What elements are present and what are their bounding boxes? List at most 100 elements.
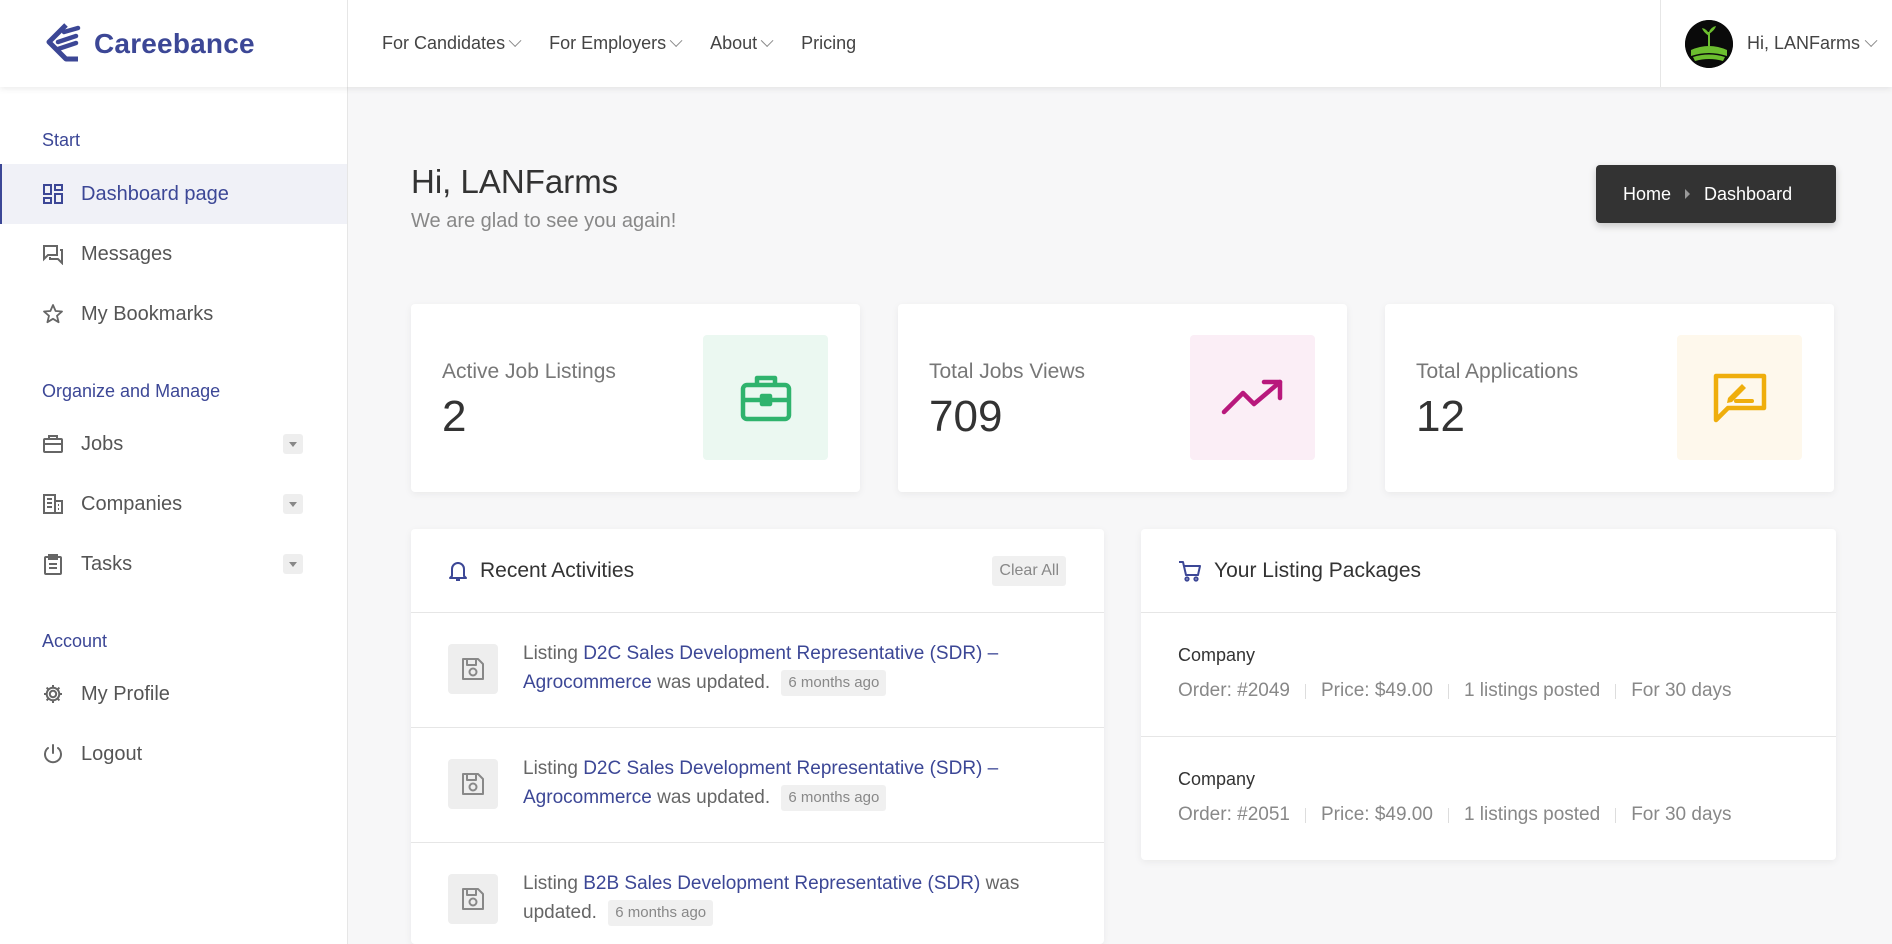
stat-card-total-views: Total Jobs Views 709: [898, 304, 1347, 492]
brand-logo-icon: [46, 22, 81, 61]
main-nav: For Candidates For Employers About Prici…: [348, 0, 1660, 87]
chevron-down-icon: [508, 34, 522, 48]
panel-title: Recent Activities: [480, 558, 635, 582]
sidebar-item-messages[interactable]: Messages: [0, 224, 347, 284]
package-name: Company: [1178, 769, 1256, 789]
nav-label: About: [710, 33, 758, 53]
package-name: Company: [1178, 645, 1256, 665]
sidebar-item-dashboard[interactable]: Dashboard page: [0, 164, 347, 224]
activity-text: Listing B2B Sales Development Representa…: [523, 869, 1043, 927]
activity-link[interactable]: B2B Sales Development Representative (SD…: [583, 873, 980, 894]
activity-suffix: was updated.: [657, 672, 771, 693]
stat-card-active-listings: Active Job Listings 2: [411, 304, 860, 492]
time-badge: 6 months ago: [608, 900, 714, 926]
cart-icon: [1179, 560, 1201, 582]
panel-header: Your Listing Packages: [1141, 529, 1836, 613]
listing-packages-panel: Your Listing Packages Company Order: #20…: [1141, 529, 1836, 860]
sidebar-item-tasks[interactable]: Tasks: [0, 534, 347, 594]
sidebar-item-companies[interactable]: Companies: [0, 474, 347, 534]
divider: [1304, 807, 1306, 823]
activity-prefix: Listing: [523, 643, 578, 664]
nav-for-candidates[interactable]: For Candidates: [382, 33, 522, 54]
gear-icon: [42, 683, 64, 705]
user-greeting: Hi, LANFarms: [1747, 33, 1861, 53]
bell-icon: [449, 561, 467, 581]
save-icon: [448, 874, 498, 924]
package-posted: 1 listings posted: [1463, 680, 1601, 701]
stat-icon-box: [703, 335, 828, 460]
sidebar: Start Dashboard page Messages My Bookmar…: [0, 87, 348, 944]
panel-title: Your Listing Packages: [1214, 558, 1422, 582]
divider: [1615, 683, 1617, 699]
nav-pricing[interactable]: Pricing: [801, 33, 856, 54]
messages-icon: [42, 243, 64, 265]
save-icon: [448, 644, 498, 694]
user-menu[interactable]: Hi, LANFarms: [1660, 0, 1892, 87]
activity-row: Listing D2C Sales Development Representa…: [411, 613, 1104, 728]
stat-label: Total Jobs Views: [929, 360, 1086, 383]
star-icon: [42, 303, 64, 325]
nav-about[interactable]: About: [710, 33, 774, 54]
sidebar-item-label: Messages: [81, 242, 173, 265]
divider: [1615, 807, 1617, 823]
sidebar-item-label: Tasks: [81, 552, 133, 575]
sidebar-item-label: Dashboard page: [81, 182, 229, 205]
package-price: Price: $49.00: [1320, 680, 1433, 701]
sidebar-item-bookmarks[interactable]: My Bookmarks: [0, 284, 347, 344]
dashboard-icon: [42, 183, 64, 205]
save-icon: [448, 759, 498, 809]
power-icon: [42, 743, 64, 765]
activity-prefix: Listing: [523, 758, 578, 779]
top-header: Careebance For Candidates For Employers …: [0, 0, 1892, 87]
expand-toggle[interactable]: [283, 554, 303, 574]
breadcrumb-separator-icon: [1685, 189, 1691, 199]
package-posted: 1 listings posted: [1463, 804, 1601, 825]
activity-text: Listing D2C Sales Development Representa…: [523, 639, 1043, 697]
stat-label: Total Applications: [1416, 360, 1579, 383]
expand-toggle[interactable]: [283, 434, 303, 454]
nav-for-employers[interactable]: For Employers: [549, 33, 683, 54]
clear-all-button[interactable]: Clear All: [992, 556, 1066, 586]
breadcrumb-home[interactable]: Home: [1623, 184, 1671, 205]
sidebar-item-label: Companies: [81, 492, 183, 515]
breadcrumb-current: Dashboard: [1704, 183, 1793, 204]
stat-label: Active Job Listings: [442, 360, 616, 383]
nav-label: For Employers: [549, 33, 667, 53]
stat-icon-box: [1677, 335, 1802, 460]
sidebar-item-jobs[interactable]: Jobs: [0, 414, 347, 474]
sidebar-section-organize: Organize and Manage: [42, 381, 221, 401]
sidebar-section-account: Account: [42, 631, 108, 651]
time-badge: 6 months ago: [781, 785, 887, 811]
package-order: Order: #2051: [1178, 804, 1290, 825]
trending-up-icon: [1221, 379, 1282, 414]
sidebar-section-start: Start: [42, 130, 81, 150]
breadcrumb: Home Dashboard: [1596, 165, 1836, 223]
package-meta: Order: #2051 Price: $49.00 1 listings po…: [1178, 804, 1836, 826]
page-title: Hi, LANFarms: [411, 163, 619, 200]
stat-value: 12: [1416, 392, 1465, 441]
activity-row: Listing B2B Sales Development Representa…: [411, 843, 1104, 944]
page-subtitle: We are glad to see you again!: [411, 210, 677, 232]
sidebar-item-label: Jobs: [81, 432, 124, 455]
sidebar-item-logout[interactable]: Logout: [0, 724, 347, 784]
logo[interactable]: Careebance: [0, 0, 348, 87]
activity-suffix: was updated.: [657, 787, 771, 808]
activity-row: Listing D2C Sales Development Representa…: [411, 728, 1104, 843]
package-duration: For 30 days: [1631, 804, 1732, 825]
sidebar-item-label: My Profile: [81, 682, 170, 705]
clipboard-icon: [42, 553, 64, 575]
nav-label: Pricing: [801, 33, 857, 53]
divider: [1447, 807, 1449, 823]
divider: [1447, 683, 1449, 699]
package-row: Company Order: #2049 Price: $49.00 1 lis…: [1141, 613, 1836, 737]
activity-prefix: Listing: [523, 873, 578, 894]
expand-toggle[interactable]: [283, 494, 303, 514]
stat-value: 2: [442, 392, 467, 441]
building-icon: [42, 493, 64, 515]
divider: [1304, 683, 1306, 699]
sidebar-item-profile[interactable]: My Profile: [0, 664, 347, 724]
package-price: Price: $49.00: [1320, 804, 1433, 825]
sidebar-item-label: My Bookmarks: [81, 302, 214, 325]
chevron-down-icon: [760, 34, 774, 48]
activity-text: Listing D2C Sales Development Representa…: [523, 754, 1043, 812]
